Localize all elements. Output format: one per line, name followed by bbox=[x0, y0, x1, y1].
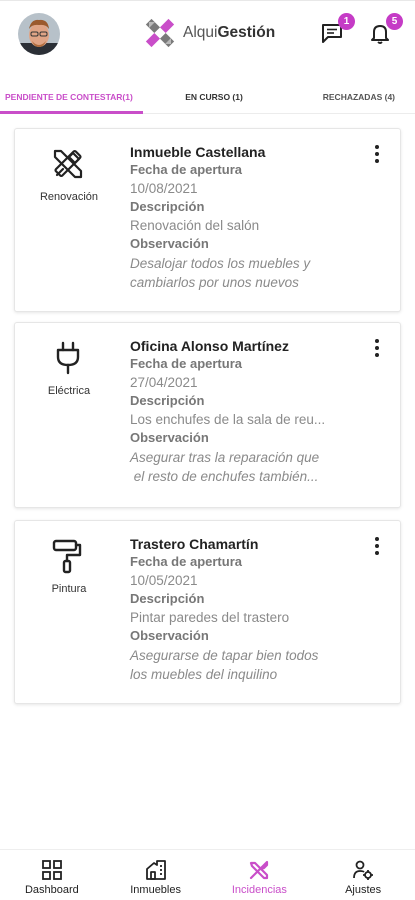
bottom-navigation: Dashboard Inmuebles Incidencias Ajustes bbox=[0, 849, 415, 900]
description-label: Descripción bbox=[130, 199, 205, 214]
more-options-icon[interactable] bbox=[372, 537, 382, 557]
date-value: 10/05/2021 bbox=[130, 572, 198, 588]
nav-dashboard[interactable]: Dashboard bbox=[0, 850, 104, 900]
incident-tabs: PENDIENTE DE CONTESTAR(1) EN CURSO (1) R… bbox=[0, 80, 415, 114]
observation-label: Observación bbox=[130, 430, 209, 445]
observation-line-2: cambiarlos por unos nuevos bbox=[130, 274, 299, 290]
nav-properties[interactable]: Inmuebles bbox=[104, 850, 208, 900]
incident-card[interactable]: Pintura Trastero Chamartín Fecha de aper… bbox=[14, 520, 401, 704]
date-label: Fecha de apertura bbox=[130, 162, 242, 177]
category-label: Renovación bbox=[39, 191, 99, 203]
nav-dashboard-label: Dashboard bbox=[24, 884, 79, 896]
notifications-badge: 5 bbox=[386, 13, 403, 30]
category-label: Eléctrica bbox=[47, 385, 91, 397]
logo-text-part2: Gestión bbox=[217, 24, 276, 41]
incident-title: Trastero Chamartín bbox=[130, 536, 259, 552]
app-header: AlquiGestión 1 5 bbox=[0, 0, 415, 68]
observation-line-1: Asegurarse de tapar bien todos bbox=[130, 647, 319, 663]
more-options-icon[interactable] bbox=[372, 339, 382, 359]
incident-title: Inmueble Castellana bbox=[130, 144, 266, 160]
date-label: Fecha de apertura bbox=[130, 554, 242, 569]
incident-card[interactable]: Renovación Inmueble Castellana Fecha de … bbox=[14, 128, 401, 312]
category-label: Pintura bbox=[51, 583, 87, 595]
incident-card[interactable]: Eléctrica Oficina Alonso Martínez Fecha … bbox=[14, 322, 401, 508]
logo-text-part1: Alqui bbox=[183, 24, 218, 41]
more-options-icon[interactable] bbox=[372, 145, 382, 165]
nav-incidents-label: Incidencias bbox=[231, 884, 287, 896]
description-label: Descripción bbox=[130, 393, 205, 408]
messages-badge: 1 bbox=[338, 13, 355, 30]
date-value: 27/04/2021 bbox=[130, 374, 198, 390]
observation-line-1: Desalojar todos los muebles y bbox=[130, 255, 311, 271]
incident-title: Oficina Alonso Martínez bbox=[130, 338, 289, 354]
description-label: Descripción bbox=[130, 591, 205, 606]
plug-icon bbox=[56, 341, 80, 375]
date-label: Fecha de apertura bbox=[130, 356, 242, 371]
tools-icon bbox=[250, 860, 269, 880]
dashboard-icon bbox=[41, 860, 62, 880]
nav-settings-label: Ajustes bbox=[345, 884, 382, 896]
nav-incidents[interactable]: Incidencias bbox=[208, 850, 312, 900]
tab-rejected[interactable]: RECHAZADAS (4) bbox=[285, 80, 415, 113]
incident-category: Eléctrica bbox=[15, 323, 123, 507]
observation-line-2: los muebles del inquilino bbox=[130, 666, 278, 682]
description-value: Los enchufes de la sala de reu... bbox=[130, 411, 326, 427]
tools-icon bbox=[53, 149, 83, 179]
nav-properties-label: Inmuebles bbox=[130, 884, 181, 896]
tab-in-progress[interactable]: EN CURSO (1) bbox=[143, 80, 285, 113]
description-value: Pintar paredes del trastero bbox=[130, 609, 290, 625]
observation-label: Observación bbox=[130, 236, 209, 251]
app-logo: AlquiGestión bbox=[143, 16, 275, 50]
incident-category: Renovación bbox=[15, 129, 123, 311]
avatar[interactable] bbox=[18, 13, 60, 55]
date-value: 10/08/2021 bbox=[130, 180, 198, 196]
observation-line-2: el resto de enchufes también... bbox=[130, 468, 319, 484]
paint-roller-icon bbox=[52, 539, 82, 574]
logo-mark-icon bbox=[145, 18, 175, 48]
incident-category: Pintura bbox=[15, 521, 123, 703]
tab-pending[interactable]: PENDIENTE DE CONTESTAR(1) bbox=[0, 80, 143, 114]
description-value: Renovación del salón bbox=[130, 217, 260, 233]
building-icon bbox=[145, 860, 166, 880]
messages-button[interactable]: 1 bbox=[320, 13, 355, 47]
nav-settings[interactable]: Ajustes bbox=[311, 850, 415, 900]
notifications-button[interactable]: 5 bbox=[368, 13, 403, 47]
observation-label: Observación bbox=[130, 628, 209, 643]
observation-line-1: Asegurar tras la reparación que bbox=[130, 449, 320, 465]
user-settings-icon bbox=[353, 860, 374, 880]
